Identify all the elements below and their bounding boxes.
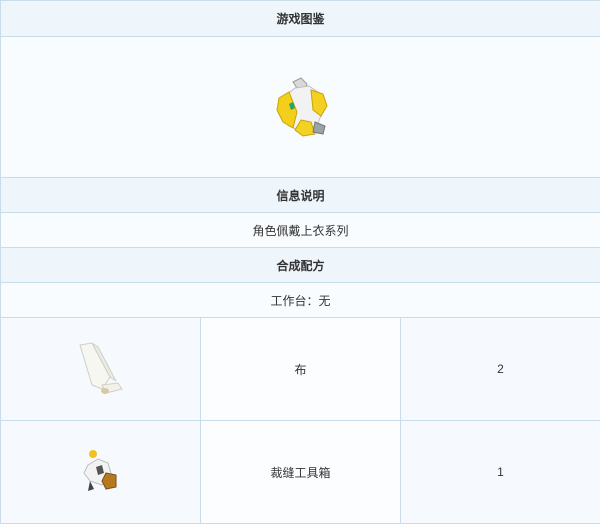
illustration-header-row: 游戏图鉴 [1,1,600,37]
material-quantity: 2 [401,318,600,421]
material-name: 裁缝工具箱 [201,421,401,524]
info-header-row: 信息说明 [1,178,600,213]
material-row: 布 2 [1,318,600,421]
material-icon-cell [1,421,201,524]
yellow-armor-vest-icon [271,76,331,138]
workbench-text: 工作台：无 [1,283,600,318]
item-info-table: 游戏图鉴 信息说明 角色佩戴上衣系列 合成配方 工作台：无 [0,0,600,524]
illustration-image-row [1,37,600,178]
illustration-cell [1,37,600,178]
white-cloth-icon [76,341,126,397]
material-row: 裁缝工具箱 1 [1,421,600,524]
tailoring-toolbox-icon [78,449,124,495]
recipe-title: 合成配方 [1,248,600,283]
workbench-row: 工作台：无 [1,283,600,318]
illustration-title: 游戏图鉴 [1,1,600,37]
info-text-row: 角色佩戴上衣系列 [1,213,600,248]
recipe-header-row: 合成配方 [1,248,600,283]
material-name: 布 [201,318,401,421]
material-icon-cell [1,318,201,421]
material-quantity: 1 [401,421,600,524]
info-text: 角色佩戴上衣系列 [1,213,600,248]
info-title: 信息说明 [1,178,600,213]
